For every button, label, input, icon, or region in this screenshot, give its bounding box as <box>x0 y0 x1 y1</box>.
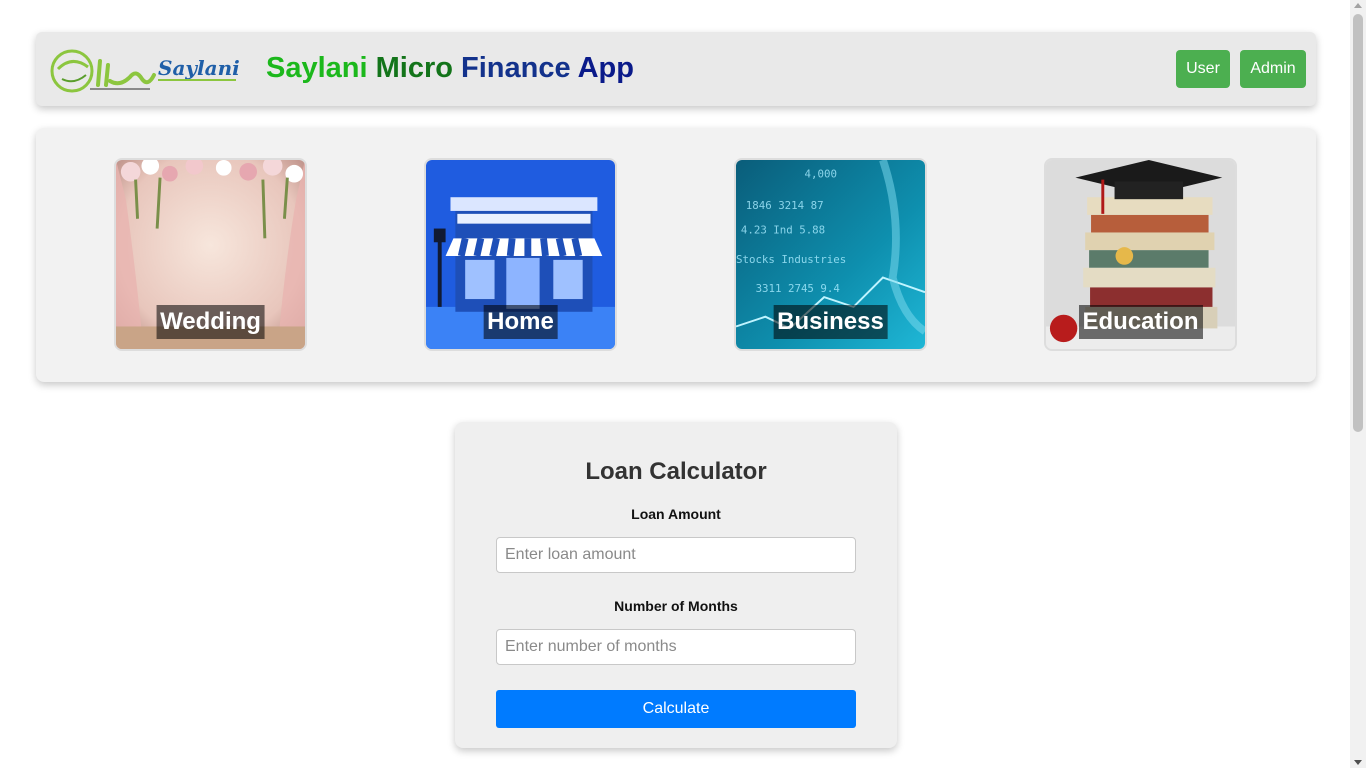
user-button[interactable]: User <box>1176 50 1230 88</box>
loan-calculator: Loan Calculator Loan Amount Number of Mo… <box>455 422 897 748</box>
category-card-home[interactable]: Home <box>424 158 617 351</box>
saylani-logo[interactable]: Saylani <box>50 45 240 95</box>
category-label-wedding: Wedding <box>156 305 265 339</box>
category-label-education: Education <box>1078 305 1203 339</box>
title-word-micro: Micro <box>375 52 453 84</box>
category-label-business: Business <box>773 305 888 339</box>
title-word-app: App <box>577 52 634 84</box>
page-scrollbar[interactable] <box>1350 0 1366 768</box>
svg-text:3311 2745 9.4: 3311 2745 9.4 <box>756 282 840 295</box>
loan-amount-input[interactable] <box>496 537 856 573</box>
months-label: Number of Months <box>614 598 738 614</box>
scrollbar-thumb[interactable] <box>1353 14 1363 432</box>
calculator-title: Loan Calculator <box>585 458 767 485</box>
category-label-home: Home <box>483 305 558 339</box>
svg-text:4.23 Ind 5.88: 4.23 Ind 5.88 <box>741 223 825 236</box>
svg-text:Saylani: Saylani <box>158 56 240 80</box>
svg-text:Stocks Industries: Stocks Industries <box>736 253 846 266</box>
header-bar: Saylani Saylani Micro Finance App User A… <box>36 32 1316 106</box>
calculate-button[interactable]: Calculate <box>496 690 856 728</box>
months-input[interactable] <box>496 629 856 665</box>
scroll-down-arrow-icon[interactable] <box>1354 760 1362 765</box>
svg-text:4,000: 4,000 <box>805 168 837 181</box>
scroll-up-arrow-icon[interactable] <box>1354 3 1362 8</box>
admin-button[interactable]: Admin <box>1240 50 1306 88</box>
category-card-wedding[interactable]: Wedding <box>114 158 307 351</box>
category-card-business[interactable]: 4,000 1846 3214 87 4.23 Ind 5.88 Stocks … <box>734 158 927 351</box>
title-word-saylani: Saylani <box>266 52 368 84</box>
loan-amount-label: Loan Amount <box>631 506 721 522</box>
page: Saylani Saylani Micro Finance App User A… <box>0 0 1366 768</box>
loan-categories: Wedding Home 4,000 1846 3214 87 4.23 Ind… <box>36 128 1316 382</box>
title-word-finance: Finance <box>461 52 571 84</box>
category-card-education[interactable]: Education <box>1044 158 1237 351</box>
app-title: Saylani Micro Finance App <box>266 52 634 85</box>
svg-text:1846 3214 87: 1846 3214 87 <box>746 199 824 212</box>
